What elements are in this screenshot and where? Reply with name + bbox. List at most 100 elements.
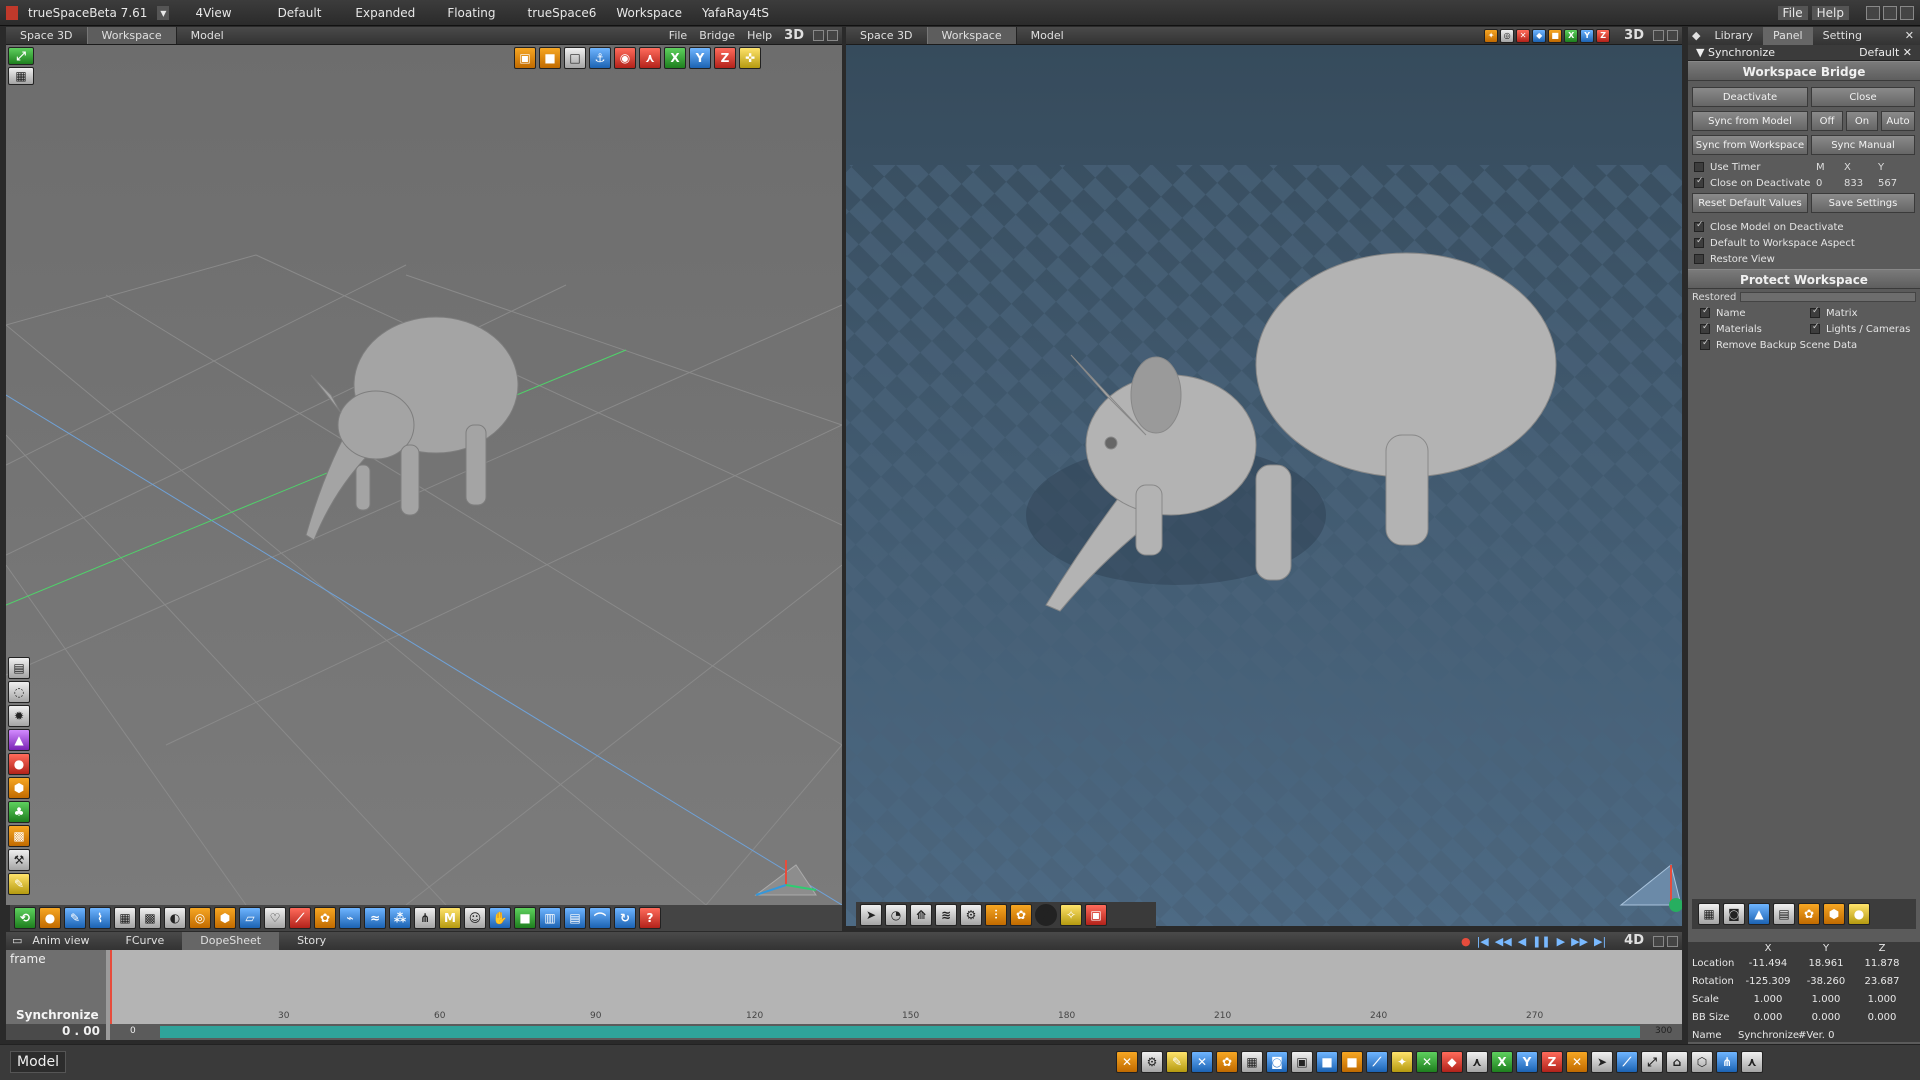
- tool-brush-icon[interactable]: ✎: [64, 907, 86, 929]
- material-icon[interactable]: ▲: [8, 729, 30, 751]
- st-tool-18-icon[interactable]: ⤢: [1641, 1051, 1663, 1073]
- last-frame-icon[interactable]: ▶|: [1594, 935, 1606, 948]
- protect-name-checkbox[interactable]: [1700, 306, 1710, 318]
- rotation-z[interactable]: 23.687: [1854, 976, 1910, 987]
- st-tool-10-icon[interactable]: ■: [1341, 1051, 1363, 1073]
- left-bridge-menu[interactable]: Bridge: [693, 27, 741, 44]
- right-mode-3d[interactable]: 3D: [1618, 27, 1650, 44]
- panel-camera-icon[interactable]: ◙: [1723, 903, 1745, 925]
- wand-icon[interactable]: ✧: [1060, 904, 1082, 926]
- cod-x-value[interactable]: 833: [1844, 178, 1872, 189]
- tool-table-icon[interactable]: ▥: [539, 907, 561, 929]
- timeline-mode-4d[interactable]: 4D: [1618, 932, 1650, 950]
- z-axis-icon[interactable]: Z: [714, 47, 736, 69]
- st-tool-12-icon[interactable]: ✦: [1391, 1051, 1413, 1073]
- section-collapse-icon[interactable]: ▼: [1696, 46, 1704, 59]
- hdr-tool-3-icon[interactable]: ✕: [1516, 28, 1531, 43]
- st-tool-7-icon[interactable]: ◙: [1266, 1051, 1288, 1073]
- pause-icon[interactable]: ❚❚: [1532, 935, 1550, 948]
- y-axis-icon[interactable]: Y: [689, 47, 711, 69]
- help-menu[interactable]: Help: [1811, 5, 1849, 20]
- tab-model-left[interactable]: Model: [177, 27, 238, 44]
- scale-y[interactable]: 1.000: [1798, 994, 1854, 1005]
- panel-grid-icon[interactable]: ▦: [1698, 903, 1720, 925]
- panel-light-icon[interactable]: ●: [1848, 903, 1870, 925]
- tab-fcurve[interactable]: FCurve: [108, 932, 183, 950]
- tool-cube-green-icon[interactable]: ■: [514, 907, 536, 929]
- prev-key-icon[interactable]: ◀◀: [1495, 935, 1512, 948]
- tab-panel[interactable]: Panel: [1762, 27, 1813, 45]
- panel-library-icon[interactable]: ⬢: [1823, 903, 1845, 925]
- tab-space3d-left[interactable]: Space 3D: [6, 27, 87, 44]
- play-icon[interactable]: ▶: [1557, 935, 1565, 948]
- tool-wave-icon[interactable]: ≈: [364, 907, 386, 929]
- layout-expanded[interactable]: Expanded: [355, 6, 415, 20]
- sync-auto-button[interactable]: Auto: [1881, 111, 1915, 131]
- tab-dopesheet[interactable]: DopeSheet: [182, 932, 280, 950]
- sync-on-button[interactable]: On: [1846, 111, 1878, 131]
- record-dot-icon[interactable]: ●: [1461, 935, 1471, 948]
- track-synchronize[interactable]: Synchronize: [16, 1008, 99, 1022]
- st-x-icon[interactable]: X: [1491, 1051, 1513, 1073]
- rotation-x[interactable]: -125.309: [1738, 976, 1798, 987]
- remove-backup-checkbox[interactable]: [1700, 338, 1710, 350]
- object-tool-icon[interactable]: ▣: [514, 47, 536, 69]
- right-close-icon[interactable]: [1667, 30, 1678, 41]
- axes-icon[interactable]: ⋏: [639, 47, 661, 69]
- layout-default[interactable]: Default: [278, 6, 322, 20]
- preset-label[interactable]: Default: [1859, 46, 1899, 59]
- tool-hand-icon[interactable]: ✋: [489, 907, 511, 929]
- animate-icon[interactable]: ⚙: [960, 904, 982, 926]
- mode-indicator[interactable]: Model: [10, 1051, 66, 1073]
- right-maximize-icon[interactable]: [1653, 30, 1664, 41]
- tab-story[interactable]: Story: [279, 932, 344, 950]
- bbsize-z[interactable]: 0.000: [1854, 1012, 1910, 1023]
- st-tool-4-icon[interactable]: ✕: [1191, 1051, 1213, 1073]
- hdr-x-icon[interactable]: X: [1564, 28, 1579, 43]
- range-bar[interactable]: 0 300: [110, 1024, 1682, 1040]
- st-tool-20-icon[interactable]: ⬡: [1691, 1051, 1713, 1073]
- wrench-icon[interactable]: ⚒: [8, 849, 30, 871]
- st-tool-19-icon[interactable]: ⌂: [1666, 1051, 1688, 1073]
- tab-setting[interactable]: Setting: [1813, 27, 1872, 45]
- protect-matrix-checkbox[interactable]: [1810, 306, 1820, 318]
- restore-view-checkbox[interactable]: [1694, 254, 1704, 264]
- layout-yafaray[interactable]: YafaRay4tS: [702, 6, 769, 20]
- object-library-icon[interactable]: ⬢: [8, 777, 30, 799]
- tab-workspace-right[interactable]: Workspace: [926, 27, 1017, 44]
- tool-plane-icon[interactable]: ▱: [239, 907, 261, 929]
- st-tool-3-icon[interactable]: ✎: [1166, 1051, 1188, 1073]
- frame-icon[interactable]: □: [564, 47, 586, 69]
- shapes-icon[interactable]: ♣: [8, 801, 30, 823]
- tool-1-icon[interactable]: ⟲: [14, 907, 36, 929]
- tool-node-icon[interactable]: ◎: [189, 907, 211, 929]
- navigate-icon[interactable]: ⤢: [8, 47, 34, 65]
- tool-bubbles-icon[interactable]: ⁂: [389, 907, 411, 929]
- st-tool-14-icon[interactable]: ◆: [1441, 1051, 1463, 1073]
- hdr-tool-4-icon[interactable]: ◆: [1532, 28, 1547, 43]
- range-fill[interactable]: [160, 1026, 1640, 1038]
- st-tool-21-icon[interactable]: ⋔: [1716, 1051, 1738, 1073]
- x-axis-icon[interactable]: X: [664, 47, 686, 69]
- tool-box-icon[interactable]: ⬢: [214, 907, 236, 929]
- panel-close-icon[interactable]: ✕: [1899, 27, 1920, 45]
- close-on-deactivate-checkbox[interactable]: [1694, 176, 1704, 188]
- tool-heart-icon[interactable]: ♡: [264, 907, 286, 929]
- scale-z[interactable]: 1.000: [1854, 994, 1910, 1005]
- paint-palette-icon[interactable]: ✿: [1010, 904, 1032, 926]
- left-maximize-icon[interactable]: [813, 30, 824, 41]
- next-key-icon[interactable]: ▶▶: [1571, 935, 1588, 948]
- file-menu[interactable]: File: [1777, 5, 1808, 20]
- st-z-icon[interactable]: Z: [1541, 1051, 1563, 1073]
- rotation-y[interactable]: -38.260: [1798, 976, 1854, 987]
- view-mode-icon[interactable]: ▦: [8, 67, 34, 85]
- tab-anim-view[interactable]: Anim view: [28, 932, 107, 950]
- panel-scene-icon[interactable]: ▲: [1748, 903, 1770, 925]
- toolbox-icon[interactable]: ▣: [1085, 904, 1107, 926]
- hdr-tool-5-icon[interactable]: ■: [1548, 28, 1563, 43]
- timeline-close-icon[interactable]: [1667, 935, 1678, 947]
- tool-help-icon[interactable]: ?: [639, 907, 661, 929]
- render-icon[interactable]: ◉: [614, 47, 636, 69]
- left-help-menu[interactable]: Help: [741, 27, 778, 44]
- tool-tube-icon[interactable]: ⌇: [89, 907, 111, 929]
